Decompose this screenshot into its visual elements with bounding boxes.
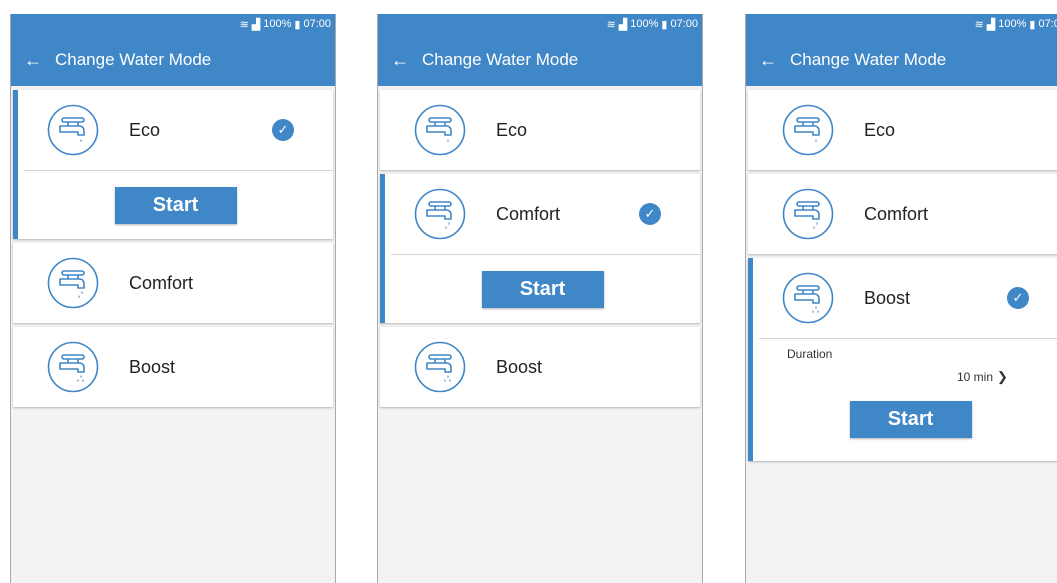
- faucet-drops-icon: [782, 188, 834, 240]
- battery-icon: ▮: [1029, 18, 1036, 31]
- faucet-drop-icon: [414, 104, 466, 156]
- start-button[interactable]: Start: [849, 401, 972, 438]
- clock: 07:00: [1038, 18, 1057, 30]
- mode-label-comfort: Comfort: [496, 203, 561, 224]
- mode-card-comfort[interactable]: Comfort ✓ Start: [380, 174, 700, 323]
- faucet-drop-icon: [47, 104, 99, 156]
- mode-label-boost: Boost: [864, 287, 911, 308]
- duration-label: Duration: [787, 347, 833, 361]
- check-icon: ✓: [1007, 287, 1029, 309]
- chevron-right-icon: ❯: [997, 369, 1008, 384]
- battery-icon: ▮: [661, 18, 668, 31]
- mode-list: Eco ✓ Start Comfort Boost: [11, 86, 335, 407]
- arrow-left-icon[interactable]: ←: [11, 50, 55, 71]
- status-bar: ≋ ▟ 100% ▮ 07:00: [11, 14, 335, 34]
- battery-level: 100%: [630, 18, 659, 30]
- signal-icon: ▟: [618, 18, 628, 31]
- wifi-icon: ≋: [239, 18, 249, 31]
- app-bar: ← Change Water Mode: [378, 34, 702, 86]
- clock: 07:00: [670, 18, 698, 30]
- mode-label-comfort: Comfort: [864, 203, 929, 224]
- wifi-icon: ≋: [974, 18, 984, 31]
- duration-value: 10 min: [957, 370, 994, 384]
- mode-label-comfort: Comfort: [129, 272, 194, 293]
- mode-list: Eco Comfort Boost ✓ Duration 10 min ❯ St…: [746, 86, 1057, 461]
- faucet-many-drops-icon: [47, 341, 99, 393]
- status-bar: ≋ ▟ 100% ▮ 07:00: [746, 14, 1057, 34]
- status-bar: ≋ ▟ 100% ▮ 07:00: [378, 14, 702, 34]
- mode-card-eco[interactable]: Eco: [380, 90, 700, 170]
- page-title: Change Water Mode: [790, 50, 947, 69]
- duration-row[interactable]: Duration 10 min ❯: [753, 339, 1057, 399]
- faucet-drop-icon: [782, 104, 834, 156]
- clock: 07:00: [303, 18, 331, 30]
- phone-screen-boost: ≋ ▟ 100% ▮ 07:00 ← Change Water Mode Eco: [745, 14, 1057, 583]
- mode-label-eco: Eco: [864, 119, 896, 140]
- battery-level: 100%: [263, 18, 292, 30]
- page-title: Change Water Mode: [55, 50, 212, 69]
- phone-screen-comfort: ≋ ▟ 100% ▮ 07:00 ← Change Water Mode Eco: [377, 14, 703, 583]
- mode-label-eco: Eco: [129, 119, 161, 140]
- battery-level: 100%: [998, 18, 1027, 30]
- app-bar: ← Change Water Mode: [746, 34, 1057, 86]
- check-icon: ✓: [639, 203, 661, 225]
- battery-icon: ▮: [294, 18, 301, 31]
- signal-icon: ▟: [986, 18, 996, 31]
- check-icon: ✓: [272, 119, 294, 141]
- mode-label-boost: Boost: [496, 356, 543, 377]
- mode-label-eco: Eco: [496, 119, 528, 140]
- mode-label-boost: Boost: [129, 356, 176, 377]
- faucet-many-drops-icon: [782, 272, 834, 324]
- app-bar: ← Change Water Mode: [11, 34, 335, 86]
- mode-list: Eco Comfort ✓ Start Boost: [378, 86, 702, 407]
- mode-card-eco[interactable]: Eco: [748, 90, 1057, 170]
- mode-card-eco[interactable]: Eco ✓ Start: [13, 90, 333, 239]
- faucet-drops-icon: [414, 188, 466, 240]
- mode-card-comfort[interactable]: Comfort: [13, 243, 333, 323]
- start-button[interactable]: Start: [481, 270, 604, 308]
- arrow-left-icon[interactable]: ←: [378, 50, 422, 71]
- mode-card-boost[interactable]: Boost ✓ Duration 10 min ❯ Start: [748, 258, 1057, 461]
- phone-screen-eco: ≋ ▟ 100% ▮ 07:00 ← Change Water Mode Eco…: [10, 14, 336, 583]
- signal-icon: ▟: [251, 18, 261, 31]
- mode-card-boost[interactable]: Boost: [380, 327, 700, 407]
- mode-card-boost[interactable]: Boost: [13, 327, 333, 407]
- arrow-left-icon[interactable]: ←: [746, 50, 790, 71]
- page-title: Change Water Mode: [422, 50, 579, 69]
- duration-selector[interactable]: 10 min ❯: [957, 369, 1008, 385]
- start-button[interactable]: Start: [114, 186, 237, 224]
- wifi-icon: ≋: [606, 18, 616, 31]
- faucet-many-drops-icon: [414, 341, 466, 393]
- faucet-drops-icon: [47, 257, 99, 309]
- mode-card-comfort[interactable]: Comfort: [748, 174, 1057, 254]
